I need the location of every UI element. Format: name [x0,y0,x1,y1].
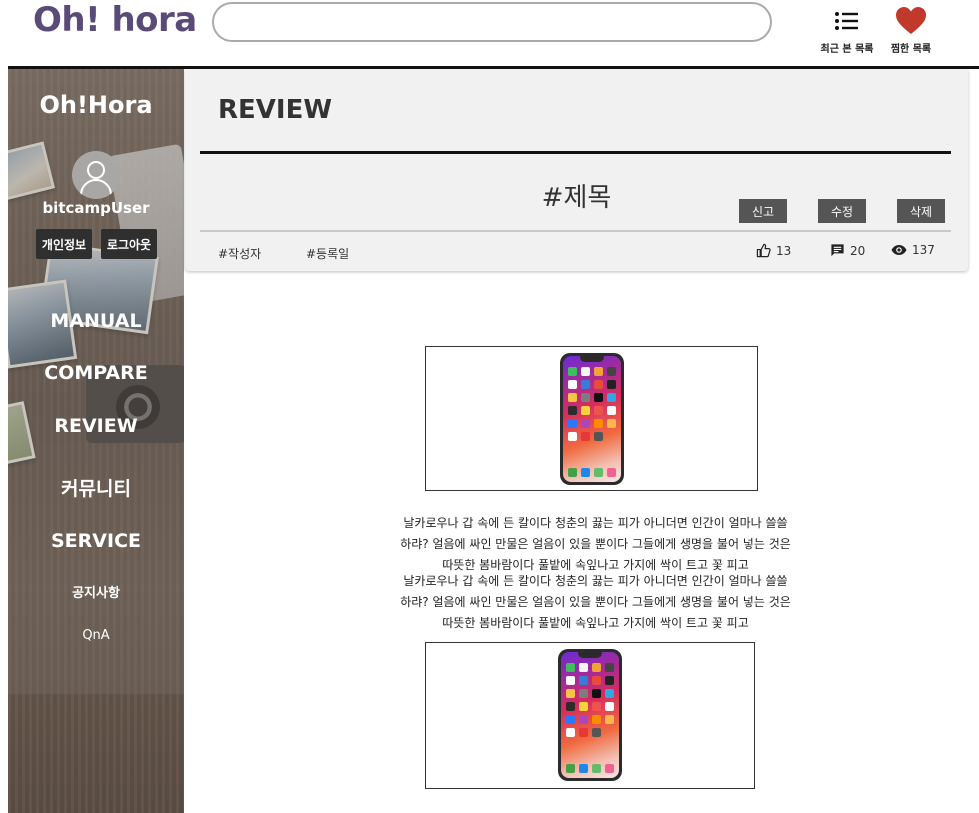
sidebar-brand[interactable]: Oh!Hora [8,91,184,119]
post-date: #등록일 [306,247,350,261]
nav-notice[interactable]: 공지사항 [8,582,184,601]
thumbs-up-icon [756,243,771,258]
meta-divider [200,230,951,232]
edit-button[interactable]: 수정 [818,199,866,223]
nav-compare[interactable]: COMPARE [8,362,184,384]
nav-manual[interactable]: MANUAL [8,310,184,332]
page-title: REVIEW [218,95,333,125]
wishlist-button[interactable]: 찜한 목록 [884,6,938,55]
comment-count: 20 [850,243,866,258]
list-icon [835,12,858,30]
site-logo[interactable]: Oh! hora [33,0,197,40]
recent-list-button[interactable]: 최근 본 목록 [818,6,876,55]
sidebar: Oh!Hora bitcampUser 개인정보 로그아웃 MANUAL COM… [8,69,184,813]
review-paragraph: 날카로우나 갑 속에 든 칼이다 청춘의 끓는 피가 아니더면 인간이 얼마나 … [400,516,791,572]
comment-stat[interactable]: 20 [830,243,865,258]
wishlist-label: 찜한 목록 [890,44,932,55]
delete-button[interactable]: 삭제 [897,199,945,223]
search-input[interactable] [212,2,772,42]
nav-qna[interactable]: QnA [8,628,184,643]
review-header-panel: REVIEW #제목 신고 수정 삭제 #작성자 #등록일 13 20 137 [185,69,968,271]
title-divider [200,151,951,154]
eye-icon [891,245,907,255]
username: bitcampUser [42,199,150,217]
like-count: 13 [776,243,792,258]
report-button[interactable]: 신고 [739,199,787,223]
nav-service[interactable]: SERVICE [8,530,184,552]
phone-image [560,353,624,485]
review-image [425,642,755,789]
review-paragraph: 날카로우나 갑 속에 든 칼이다 청춘의 끓는 피가 아니더면 인간이 얼마나 … [400,574,791,630]
page: Oh! hora 최근 본 목록 찜한 목록 Oh!Hora bitcampUs… [0,0,979,813]
review-image [425,346,758,491]
post-author: #작성자 [218,247,262,261]
nav-community[interactable]: 커뮤니티 [8,474,184,501]
profile-button[interactable]: 개인정보 [36,229,92,259]
heart-icon [896,7,926,34]
logout-button[interactable]: 로그아웃 [101,229,157,259]
phone-image [558,649,622,781]
comment-icon [831,244,844,257]
like-stat[interactable]: 13 [756,243,791,258]
view-count: 137 [912,243,935,257]
recent-list-label: 최근 본 목록 [820,44,874,55]
view-stat: 137 [891,243,935,257]
user-icon [72,151,120,199]
nav-review[interactable]: REVIEW [8,415,184,437]
